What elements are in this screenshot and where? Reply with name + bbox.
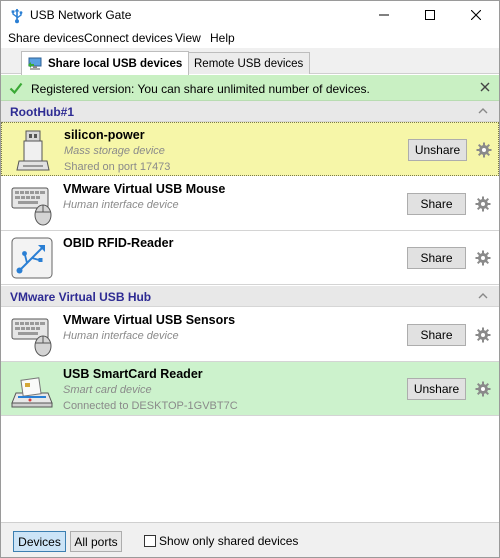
share-button[interactable]: Share — [407, 324, 466, 346]
gear-icon[interactable] — [476, 142, 492, 158]
close-button[interactable] — [453, 1, 499, 29]
tab-remote-devices-label: Remote USB devices — [194, 57, 304, 70]
gear-icon[interactable] — [475, 196, 491, 212]
smartcard-reader-icon — [11, 377, 53, 408]
device-row-obid-rfid[interactable]: OBID RFID-Reader Share — [1, 231, 499, 285]
gear-icon[interactable] — [475, 327, 491, 343]
device-name: USB SmartCard Reader — [63, 367, 203, 381]
device-row-smartcard-reader[interactable]: USB SmartCard Reader Smart card device C… — [1, 362, 499, 416]
check-icon — [9, 82, 23, 95]
close-icon — [471, 10, 481, 20]
minimize-button[interactable] — [361, 1, 407, 29]
window-title: USB Network Gate — [30, 8, 132, 22]
device-name: VMware Virtual USB Mouse — [63, 182, 226, 196]
maximize-icon — [425, 10, 435, 20]
menu-share-devices[interactable]: Share devices — [8, 31, 84, 45]
share-button[interactable]: Share — [407, 193, 466, 215]
menu-help[interactable]: Help — [210, 31, 235, 45]
show-only-shared-label[interactable]: Show only shared devices — [159, 534, 298, 548]
chevron-up-icon[interactable] — [477, 291, 489, 301]
device-type: Smart card device — [63, 384, 152, 396]
gear-icon[interactable] — [475, 250, 491, 266]
unshare-button[interactable]: Unshare — [407, 378, 466, 400]
device-row-vmware-sensors[interactable]: VMware Virtual USB Sensors Human interfa… — [1, 308, 499, 362]
menu-connect-devices[interactable]: Connect devices — [84, 31, 173, 45]
tab-share-local[interactable]: Share local USB devices — [21, 51, 190, 75]
device-status: Shared on port 17473 — [64, 161, 171, 173]
hub-label: RootHub#1 — [10, 105, 74, 119]
all-ports-view-button[interactable]: All ports — [70, 531, 122, 552]
usb-symbol-icon — [11, 237, 53, 279]
usb-drive-icon — [16, 130, 50, 171]
share-button[interactable]: Share — [407, 247, 466, 269]
keyboard-mouse-icon — [11, 187, 52, 226]
device-name: VMware Virtual USB Sensors — [63, 313, 236, 327]
device-status: Connected to DESKTOP-1GVBT7C — [63, 400, 238, 412]
keyboard-mouse-icon — [11, 318, 52, 357]
chevron-up-icon[interactable] — [477, 106, 489, 116]
registration-notice: Registered version: You can share unlimi… — [1, 75, 499, 101]
device-name: OBID RFID-Reader — [63, 236, 174, 250]
device-type: Human interface device — [63, 330, 179, 342]
hub-header-roothub[interactable]: RootHub#1 — [1, 101, 499, 122]
app-window: USB Network Gate Share devices Connect d… — [0, 0, 500, 558]
devices-view-button[interactable]: Devices — [13, 531, 66, 552]
unshare-button[interactable]: Unshare — [408, 139, 467, 161]
device-row-vmware-mouse[interactable]: VMware Virtual USB Mouse Human interface… — [1, 177, 499, 231]
tab-share-local-label: Share local USB devices — [48, 57, 183, 70]
tab-strip: Share local USB devices Remote USB devic… — [1, 48, 499, 75]
hub-header-vmware[interactable]: VMware Virtual USB Hub — [1, 286, 499, 307]
show-only-shared-checkbox[interactable] — [144, 535, 156, 547]
menu-view[interactable]: View — [175, 31, 201, 45]
device-row-silicon-power[interactable]: silicon-power Mass storage device Shared… — [1, 122, 499, 176]
close-notice-icon[interactable] — [479, 81, 491, 93]
device-type: Mass storage device — [64, 145, 165, 157]
hub-label: VMware Virtual USB Hub — [10, 290, 152, 304]
gear-icon[interactable] — [475, 381, 491, 397]
notice-text: Registered version: You can share unlimi… — [31, 82, 370, 96]
maximize-button[interactable] — [407, 1, 453, 29]
menu-bar: Share devices Connect devices View Help — [1, 29, 499, 48]
title-bar: USB Network Gate — [1, 1, 499, 29]
minimize-icon — [379, 14, 389, 16]
footer-bar: Devices All ports Show only shared devic… — [1, 522, 499, 557]
local-computer-share-icon — [28, 57, 42, 70]
usb-network-gate-logo-icon — [11, 8, 23, 24]
device-name: silicon-power — [64, 128, 145, 142]
device-type: Human interface device — [63, 199, 179, 211]
